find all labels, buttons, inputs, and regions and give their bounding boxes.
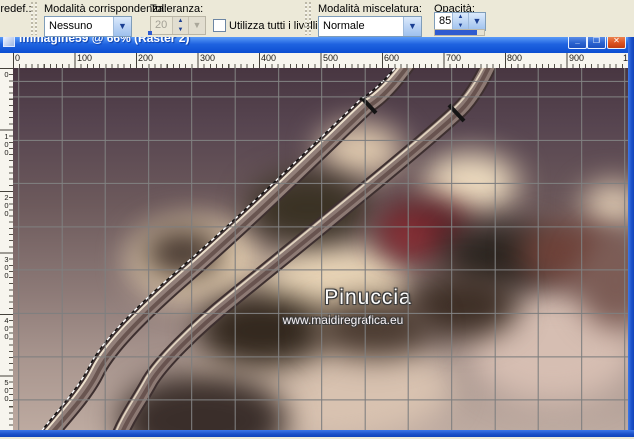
match-mode-label: Modalità corrispondenza: xyxy=(44,3,167,15)
tolerance-label: Tolleranza: xyxy=(150,3,204,15)
ruler-tick-label: 400 xyxy=(2,316,11,340)
ruler-tick-label: 600 xyxy=(384,53,400,63)
spinner-down-icon[interactable]: ▼ xyxy=(173,26,188,34)
blend-mode-label: Modalità miscelatura: xyxy=(318,3,422,15)
spinner-arrows[interactable]: ▲ ▼ xyxy=(172,17,188,34)
ruler-tick-label: 100 xyxy=(2,132,11,156)
opacity-slider-fill xyxy=(435,30,477,35)
ruler-tick-label: 200 xyxy=(2,193,11,217)
vertical-ruler: 0 100 200 300 400 500 xyxy=(0,68,14,430)
ruler-tick-label: 300 xyxy=(200,53,216,63)
close-button[interactable]: ✕ xyxy=(607,37,626,49)
window-border-bottom[interactable] xyxy=(0,430,634,437)
image-canvas[interactable]: Pinuccia www.maidiregrafica.eu xyxy=(13,68,628,430)
maximize-button[interactable]: ❐ xyxy=(587,37,606,49)
window-border-right xyxy=(628,37,634,437)
tool-options-bar: Predef.: Modalità corrispondenza: Nessun… xyxy=(0,0,634,38)
grid-overlay xyxy=(13,68,628,430)
preset-label: Predef.: xyxy=(0,3,32,15)
ruler-tick-label: 100 xyxy=(77,53,93,63)
ruler-tick-label: 400 xyxy=(261,53,277,63)
all-layers-checkbox[interactable] xyxy=(213,19,226,32)
document-titlebar[interactable]: immagine59 @ 66% (Raster 2) _ ❐ ✕ xyxy=(0,37,628,53)
spinner-arrows[interactable]: ▲ ▼ xyxy=(452,13,468,30)
ruler-tick-label: 900 xyxy=(569,53,585,63)
document-title: immagine59 @ 66% (Raster 2) xyxy=(19,37,190,45)
ruler-tick-label: 0 xyxy=(15,53,21,63)
tolerance-spinner[interactable]: 20 ▲ ▼ ▼ xyxy=(150,16,206,35)
chevron-down-icon[interactable]: ▼ xyxy=(188,17,205,34)
ruler-tick-label: 800 xyxy=(507,53,523,63)
minimize-button[interactable]: _ xyxy=(568,37,587,49)
ruler-tick-label: 200 xyxy=(138,53,154,63)
spinner-up-icon[interactable]: ▲ xyxy=(453,13,468,21)
ruler-tick-label: 700 xyxy=(446,53,462,63)
ruler-tick-label: 0 xyxy=(2,70,11,78)
toolbar-grip-handle[interactable] xyxy=(305,2,312,35)
spinner-up-icon[interactable]: ▲ xyxy=(173,17,188,25)
ruler-tick-label: 500 xyxy=(323,53,339,63)
chevron-down-icon[interactable]: ▼ xyxy=(468,13,485,30)
chevron-down-icon[interactable]: ▼ xyxy=(113,17,131,36)
ruler-tick-label: 500 xyxy=(2,378,11,402)
match-mode-select[interactable]: Nessuno ▼ xyxy=(44,16,132,37)
toolbar-grip-handle[interactable] xyxy=(31,2,38,35)
opacity-value: 85 xyxy=(439,15,452,27)
chevron-down-icon[interactable]: ▼ xyxy=(403,17,421,36)
ruler-tick-label: 300 xyxy=(2,255,11,279)
blend-mode-select[interactable]: Normale ▼ xyxy=(318,16,422,37)
document-icon xyxy=(3,37,15,47)
opacity-slider[interactable] xyxy=(434,29,485,36)
horizontal-ruler: 0 100 200 300 400 500 600 700 800 900 10… xyxy=(13,53,628,69)
tolerance-value: 20 xyxy=(155,19,168,31)
tolerance-slider-tab[interactable] xyxy=(148,31,152,35)
match-mode-value: Nessuno xyxy=(49,20,93,32)
ruler-corner xyxy=(0,53,14,69)
blend-mode-value: Normale xyxy=(323,20,365,32)
